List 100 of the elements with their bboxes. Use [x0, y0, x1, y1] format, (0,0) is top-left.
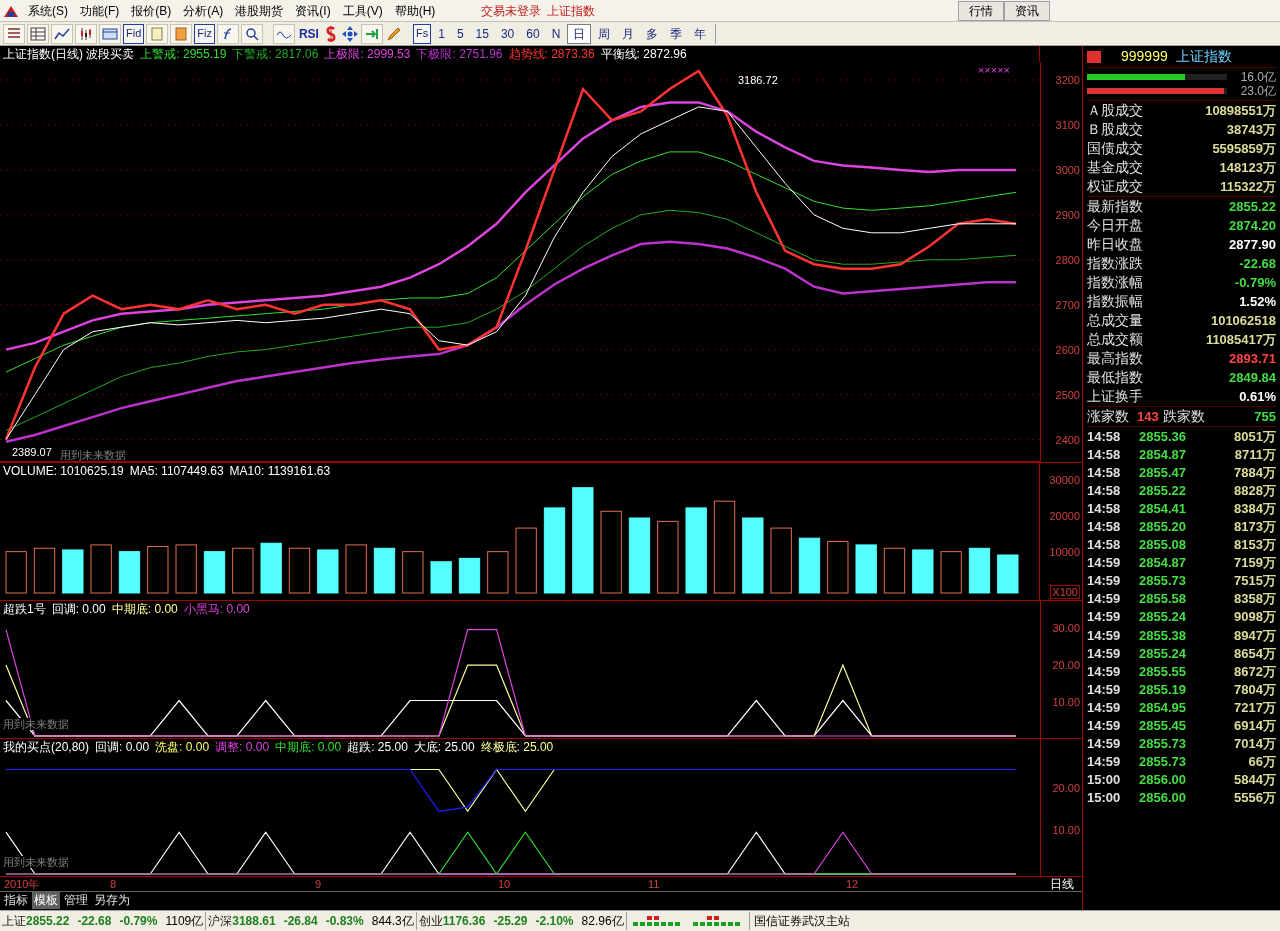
period-tab[interactable]: 30 [495, 23, 520, 44]
stat-label: 涨家数 [1087, 407, 1129, 426]
menu-item[interactable]: 港股期货 [229, 0, 290, 21]
axis-tick-label: 10.00 [1052, 696, 1080, 708]
view-tab[interactable]: 行情 [958, 0, 1004, 21]
legend-item: 超跌: 25.00 [347, 740, 408, 754]
tick-time: 14:59 [1087, 590, 1122, 609]
tick-time: 14:58 [1087, 427, 1122, 446]
notepad-icon[interactable] [170, 23, 193, 44]
tick-price: 2856.00 [1139, 771, 1186, 790]
stat-value: -0.79% [1234, 274, 1276, 292]
period-tab[interactable]: 多 [641, 23, 664, 44]
magnifier-icon[interactable] [240, 23, 263, 44]
axis-tick-label: 20.00 [1052, 659, 1080, 671]
tick-price: 2855.73 [1139, 572, 1186, 591]
period-tab[interactable]: 5 [451, 23, 469, 44]
menu-item[interactable]: 报价(B) [125, 0, 178, 21]
stock-code: 999999 [1121, 47, 1168, 66]
stat-value: 755 [1254, 408, 1276, 426]
index-change: -25.29 [493, 913, 528, 930]
stat-value: 115322万 [1220, 178, 1276, 196]
tick-time: 14:58 [1087, 518, 1122, 536]
stat-label: 总成交量 [1087, 311, 1143, 330]
table-icon[interactable] [27, 23, 49, 44]
tick-time: 14:59 [1087, 753, 1122, 772]
view-tab[interactable]: 资讯 [1004, 0, 1050, 21]
tick-volume: 8828万 [1234, 481, 1276, 500]
menu-item[interactable]: 资讯(I) [289, 0, 337, 21]
candlestick-icon[interactable] [75, 23, 97, 44]
stat-label: 国债成交 [1087, 139, 1143, 158]
menu-item[interactable]: 工具(V) [336, 0, 389, 21]
period-tab[interactable]: 日 [567, 23, 592, 44]
tick-time: 14:58 [1087, 463, 1122, 482]
security-title: 上证指数 [547, 2, 596, 20]
tick-volume: 5844万 [1234, 771, 1276, 790]
tick-time: 14:59 [1087, 698, 1122, 717]
stat-label: 指数振幅 [1087, 292, 1143, 311]
index-value: 2855.22 [26, 913, 70, 930]
period-label: 日线 [1050, 876, 1074, 893]
time-axis-label: 11 [648, 876, 660, 892]
period-tab[interactable]: 15 [470, 23, 494, 44]
index-percent: -0.83% [325, 913, 364, 930]
tick-time: 14:59 [1087, 717, 1122, 736]
tick-time: 14:58 [1087, 481, 1122, 500]
template-tab[interactable]: 模板 [32, 891, 60, 909]
legend-item: 回调: 0.00 [95, 740, 150, 754]
tick-volume: 6914万 [1234, 717, 1276, 736]
menu-item[interactable]: 功能(F) [74, 0, 126, 21]
axis-tick-label: 2400 [1055, 433, 1080, 446]
tick-volume: 9098万 [1234, 608, 1276, 627]
legend-item: MA5: 1107449.63 [129, 464, 224, 478]
stat-value: 2874.20 [1229, 217, 1276, 235]
tick-price: 2855.22 [1139, 481, 1186, 500]
period-tab[interactable]: 1 [433, 23, 450, 44]
list-icon[interactable] [3, 23, 25, 44]
tick-price: 2855.36 [1139, 427, 1186, 446]
toolbar-button[interactable]: Fiz [194, 23, 215, 44]
index-percent: -2.10% [535, 913, 574, 930]
line-chart-icon[interactable] [51, 23, 73, 44]
window-icon[interactable] [99, 23, 121, 44]
toolbar-button[interactable]: RSI [296, 23, 321, 44]
index-change: -26.84 [283, 913, 318, 930]
menu-item[interactable]: 系统(S) [22, 0, 74, 21]
index-amount: 1109亿 [165, 913, 204, 930]
axis-tick-label: 2500 [1055, 388, 1080, 401]
stat-label: Ｂ股成交 [1087, 120, 1143, 139]
tick-time: 15:00 [1087, 771, 1122, 790]
template-tab[interactable]: 指标 [2, 891, 30, 909]
period-tab[interactable]: 60 [521, 23, 545, 44]
menu-item[interactable]: 帮助(H) [388, 0, 442, 21]
period-tab[interactable]: 周 [593, 23, 616, 44]
function-icon[interactable] [216, 23, 239, 44]
tick-price: 2855.38 [1139, 626, 1186, 645]
legend-item: 中期底: 0.00 [275, 740, 342, 754]
index-name: 创业 [418, 913, 443, 930]
tick-time: 14:59 [1087, 572, 1122, 591]
tick-price: 2855.19 [1139, 680, 1186, 699]
tick-time: 14:59 [1087, 644, 1122, 663]
template-tab[interactable]: 管理 [62, 891, 90, 909]
stat-value: 38743万 [1226, 121, 1276, 139]
tick-volume: 7515万 [1234, 572, 1276, 591]
tick-price: 2855.24 [1139, 644, 1186, 663]
menu-item[interactable]: 分析(A) [177, 0, 230, 21]
move-arrows-icon[interactable] [340, 24, 359, 43]
server-name: 国信证券武汉主站 [748, 912, 854, 930]
template-tab[interactable]: 另存为 [92, 891, 132, 909]
period-tab[interactable]: N [546, 23, 566, 44]
time-axis-label: 10 [498, 876, 511, 892]
period-tab[interactable]: 月 [617, 23, 640, 44]
period-tab[interactable]: 季 [665, 23, 688, 44]
overlay-note: 用到未来数据 [60, 449, 126, 461]
period-tab[interactable]: 年 [689, 23, 712, 44]
legend-item: 平衡线: 2872.96 [600, 47, 687, 61]
legend-item: 小黑马: 0.00 [183, 602, 250, 616]
toolbar-button[interactable]: Fs [412, 23, 432, 44]
toolbar-button[interactable]: Fid [123, 23, 145, 44]
overlay-note: 用到未来数据 [3, 718, 69, 730]
tick-price: 2855.45 [1139, 717, 1186, 736]
wave-chart-icon[interactable] [272, 23, 295, 44]
signal-marks: ××××× [977, 64, 1010, 76]
